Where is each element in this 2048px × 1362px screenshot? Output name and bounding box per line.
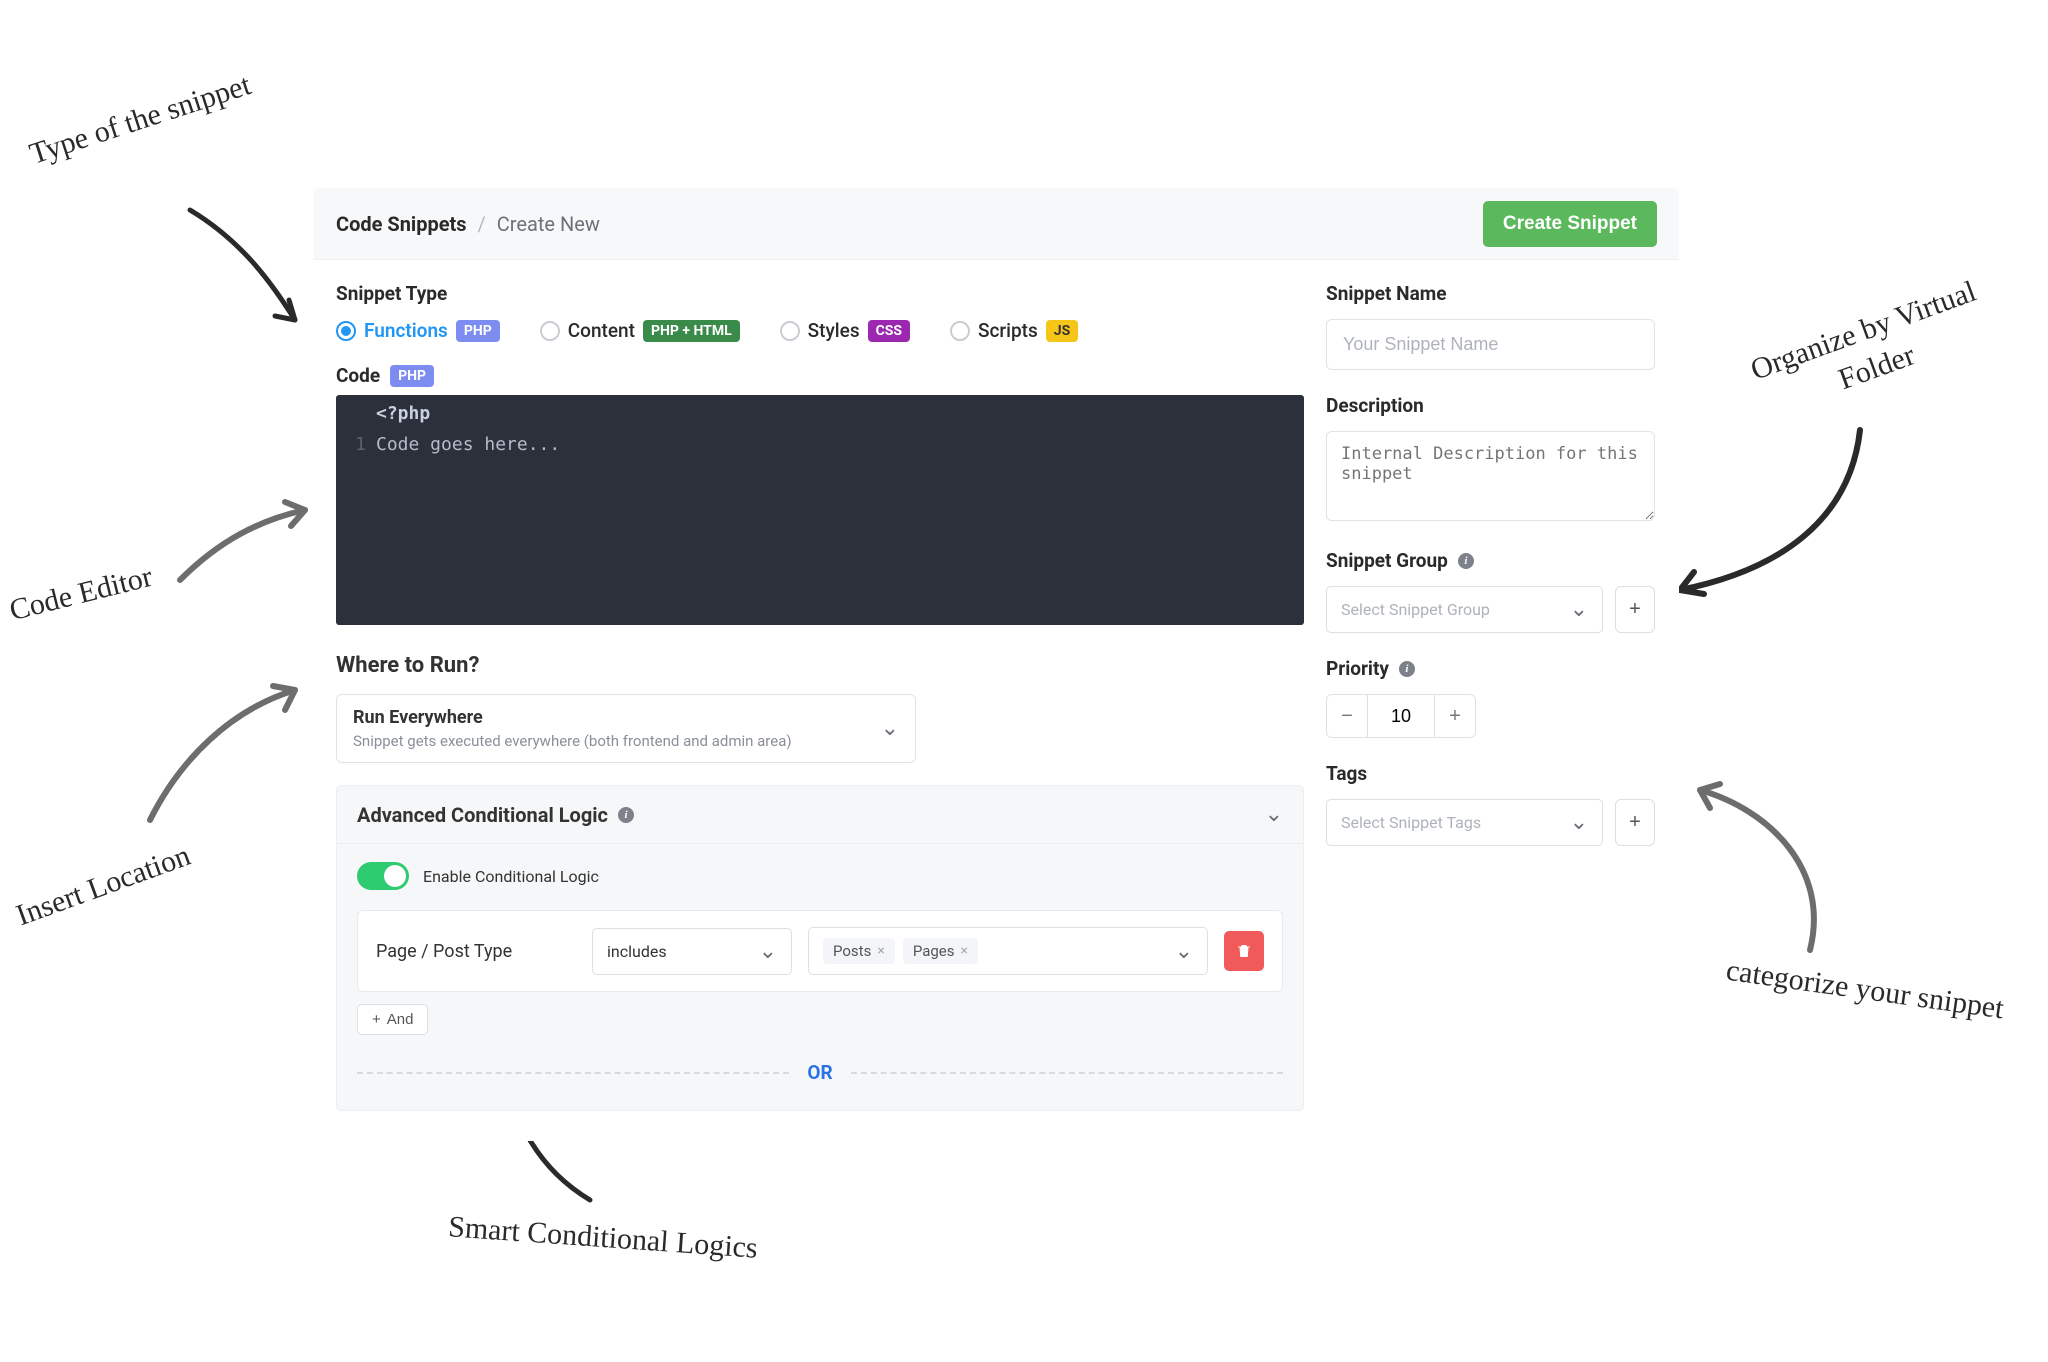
priority-increment-button[interactable]: + — [1435, 695, 1475, 737]
chevron-down-icon: ⌄ — [1175, 939, 1193, 964]
chevron-down-icon: ⌄ — [1570, 810, 1588, 835]
snippet-group-select[interactable]: Select Snippet Group ⌄ — [1326, 586, 1603, 633]
badge-php-html: PHP + HTML — [643, 320, 740, 342]
radio-icon — [780, 321, 800, 341]
type-text: Content — [568, 319, 635, 342]
condition-operator-select[interactable]: includes ⌄ — [592, 928, 792, 975]
snippet-group-placeholder: Select Snippet Group — [1341, 600, 1490, 619]
type-text: Scripts — [978, 319, 1038, 342]
condition-values-select[interactable]: Posts× Pages× ⌄ — [808, 927, 1208, 975]
code-placeholder: Code goes here... — [376, 434, 560, 455]
enable-conditional-toggle[interactable] — [357, 862, 409, 890]
conditional-logic-body: Enable Conditional Logic Page / Post Typ… — [337, 844, 1303, 1110]
breadcrumb-current: Create New — [497, 212, 600, 236]
annotation-smart: Smart Conditional Logics — [447, 1207, 759, 1268]
condition-field-label: Page / Post Type — [376, 941, 576, 962]
tags-label: Tags — [1326, 762, 1655, 785]
panel-header: Code Snippets / Create New Create Snippe… — [314, 188, 1679, 260]
priority-input[interactable] — [1367, 695, 1435, 737]
where-to-run-label: Where to Run? — [336, 653, 1304, 678]
code-prelude: <?php — [376, 403, 430, 424]
chevron-down-icon: ⌄ — [1265, 802, 1283, 827]
snippet-name-input[interactable] — [1326, 319, 1655, 370]
radio-icon — [950, 321, 970, 341]
info-icon[interactable]: i — [1458, 553, 1474, 569]
type-option-functions[interactable]: Functions PHP — [336, 319, 500, 342]
add-tag-button[interactable]: + — [1615, 799, 1655, 846]
annotation-editor: Code Editor — [5, 557, 156, 630]
type-option-styles[interactable]: Styles CSS — [780, 319, 910, 342]
chevron-down-icon: ⌄ — [759, 939, 777, 964]
priority-decrement-button[interactable]: − — [1327, 695, 1367, 737]
arrow-organize — [1650, 420, 1870, 624]
editor-gutter — [336, 403, 376, 424]
condition-operator-value: includes — [607, 942, 667, 961]
priority-stepper: − + — [1326, 694, 1476, 738]
info-icon[interactable]: i — [618, 807, 634, 823]
panel-body: Snippet Type Functions PHP Content PHP +… — [314, 260, 1679, 1141]
chevron-down-icon: ⌄ — [881, 716, 899, 741]
trash-icon — [1235, 942, 1253, 960]
type-option-content[interactable]: Content PHP + HTML — [540, 319, 740, 342]
arrow-categorize — [1690, 780, 1870, 974]
arrow-insert — [140, 670, 310, 834]
code-label: Code — [336, 364, 380, 387]
annotation-insert: Insert Location — [11, 836, 196, 935]
where-select-title: Run Everywhere — [353, 707, 792, 728]
editor-line-number: 1 — [336, 434, 376, 455]
description-label: Description — [1326, 394, 1655, 417]
description-textarea[interactable] — [1326, 431, 1655, 521]
chip-remove-icon[interactable]: × — [877, 943, 884, 959]
where-to-run-select[interactable]: Run Everywhere Snippet gets executed eve… — [336, 694, 916, 763]
tags-select[interactable]: Select Snippet Tags ⌄ — [1326, 799, 1603, 846]
enable-conditional-label: Enable Conditional Logic — [423, 867, 599, 886]
breadcrumb: Code Snippets / Create New — [336, 212, 600, 236]
conditional-logic-panel: Advanced Conditional Logic i ⌄ Enable Co… — [336, 785, 1304, 1111]
delete-condition-button[interactable] — [1224, 931, 1264, 971]
create-snippet-button[interactable]: Create Snippet — [1483, 201, 1657, 247]
priority-label: Priority i — [1326, 657, 1655, 680]
code-editor[interactable]: <?php 1 Code goes here... — [336, 395, 1304, 625]
condition-chip-pages: Pages× — [903, 938, 978, 964]
chevron-down-icon: ⌄ — [1570, 597, 1588, 622]
chip-remove-icon[interactable]: × — [960, 943, 967, 959]
badge-js: JS — [1046, 320, 1078, 342]
arrow-editor — [170, 480, 320, 604]
left-column: Snippet Type Functions PHP Content PHP +… — [314, 260, 1326, 1141]
snippet-type-options: Functions PHP Content PHP + HTML Styles … — [336, 319, 1304, 342]
tags-placeholder: Select Snippet Tags — [1341, 813, 1481, 832]
snippet-name-label: Snippet Name — [1326, 282, 1655, 305]
where-select-sub: Snippet gets executed everywhere (both f… — [353, 732, 792, 750]
radio-checked-icon — [336, 321, 356, 341]
badge-php: PHP — [456, 320, 500, 342]
snippet-group-label: Snippet Group i — [1326, 549, 1655, 572]
radio-icon — [540, 321, 560, 341]
add-and-condition-button[interactable]: +And — [357, 1004, 428, 1035]
dash-line — [851, 1072, 1283, 1074]
arrow-type — [180, 200, 320, 344]
add-group-button[interactable]: + — [1615, 586, 1655, 633]
condition-row: Page / Post Type includes ⌄ Posts× Pages… — [357, 910, 1283, 992]
breadcrumb-root[interactable]: Code Snippets — [336, 212, 467, 236]
code-badge: PHP — [390, 365, 434, 387]
code-label-row: Code PHP — [336, 364, 1304, 387]
or-text: OR — [789, 1061, 850, 1084]
badge-css: CSS — [868, 320, 910, 342]
plus-icon: + — [372, 1011, 381, 1028]
snippet-type-label: Snippet Type — [336, 282, 1304, 305]
annotation-organize: Organize by Virtual Folder — [1706, 258, 2033, 441]
conditional-logic-header[interactable]: Advanced Conditional Logic i ⌄ — [337, 786, 1303, 844]
info-icon[interactable]: i — [1399, 661, 1415, 677]
type-option-scripts[interactable]: Scripts JS — [950, 319, 1078, 342]
breadcrumb-sep: / — [472, 212, 492, 236]
conditional-logic-title: Advanced Conditional Logic — [357, 803, 608, 827]
type-text: Styles — [808, 319, 860, 342]
right-column: Snippet Name Description Snippet Group i… — [1326, 260, 1679, 1141]
condition-chip-posts: Posts× — [823, 938, 895, 964]
dash-line — [357, 1072, 789, 1074]
type-text: Functions — [364, 319, 448, 342]
annotation-type: Type of the snippet — [25, 65, 256, 173]
or-divider: OR — [357, 1061, 1283, 1084]
